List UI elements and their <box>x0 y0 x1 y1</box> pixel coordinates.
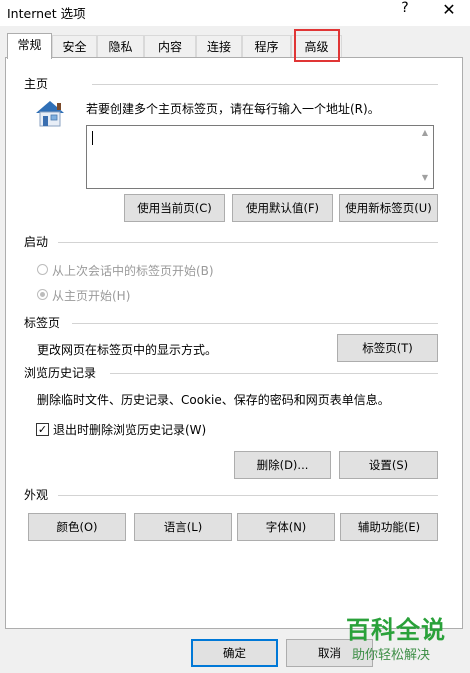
tab-content[interactable]: 内容 <box>144 35 196 57</box>
house-icon <box>33 98 67 131</box>
scroll-up-arrow-icon[interactable]: ▲ <box>419 128 431 140</box>
delete-on-exit-label: 退出时删除浏览历史记录(W) <box>53 423 207 437</box>
scroll-down-arrow-icon[interactable]: ▼ <box>419 173 431 185</box>
radio-last-session[interactable] <box>37 264 48 275</box>
radio-last-session-label: 从上次会话中的标签页开始(B) <box>52 264 214 278</box>
delete-on-exit-checkbox[interactable]: ✓ <box>36 423 49 436</box>
history-section-divider <box>110 373 438 374</box>
tabs-description: 更改网页在标签页中的显示方式。 <box>37 343 218 357</box>
startup-section-title: 启动 <box>24 235 49 249</box>
tab-security[interactable]: 安全 <box>52 35 97 57</box>
radio-home-page[interactable] <box>37 289 48 300</box>
appearance-section-divider <box>58 495 438 496</box>
use-default-button[interactable]: 使用默认值(F) <box>232 194 333 222</box>
home-section-divider <box>92 84 438 85</box>
home-address-textarea[interactable] <box>86 125 434 189</box>
colors-button[interactable]: 颜色(O) <box>28 513 126 541</box>
fonts-button[interactable]: 字体(N) <box>237 513 335 541</box>
text-caret <box>92 131 93 145</box>
tab-highlight-box <box>294 29 340 62</box>
tabs-section-divider <box>72 323 438 324</box>
appearance-section-title: 外观 <box>24 488 49 502</box>
use-current-button[interactable]: 使用当前页(C) <box>124 194 225 222</box>
accessibility-button[interactable]: 辅助功能(E) <box>340 513 438 541</box>
window-title: Internet 选项 <box>7 6 86 21</box>
tab-programs[interactable]: 程序 <box>242 35 291 57</box>
history-settings-button[interactable]: 设置(S) <box>339 451 438 479</box>
languages-button[interactable]: 语言(L) <box>134 513 232 541</box>
tab-general[interactable]: 常规 <box>7 33 52 59</box>
history-description: 删除临时文件、历史记录、Cookie、保存的密码和网页表单信息。 <box>37 393 390 407</box>
close-button[interactable]: ✕ <box>436 0 462 20</box>
home-instruction: 若要创建多个主页标签页，请在每行输入一个地址(R)。 <box>86 102 380 116</box>
tab-privacy[interactable]: 隐私 <box>97 35 144 57</box>
delete-history-button[interactable]: 删除(D)... <box>234 451 331 479</box>
use-new-tab-button[interactable]: 使用新标签页(U) <box>339 194 438 222</box>
tabs-settings-button[interactable]: 标签页(T) <box>337 334 438 362</box>
watermark-logo: 百科全说 <box>346 616 446 644</box>
history-section-title: 浏览历史记录 <box>24 366 97 380</box>
home-section-title: 主页 <box>24 77 49 91</box>
ok-button[interactable]: 确定 <box>191 639 278 667</box>
startup-section-divider <box>58 242 438 243</box>
tabs-section-title: 标签页 <box>24 316 61 330</box>
radio-home-page-label: 从主页开始(H) <box>52 289 131 303</box>
watermark-tagline: 助你轻松解决 <box>352 648 431 663</box>
help-button[interactable]: ? <box>392 0 418 20</box>
tab-connections[interactable]: 连接 <box>196 35 242 57</box>
